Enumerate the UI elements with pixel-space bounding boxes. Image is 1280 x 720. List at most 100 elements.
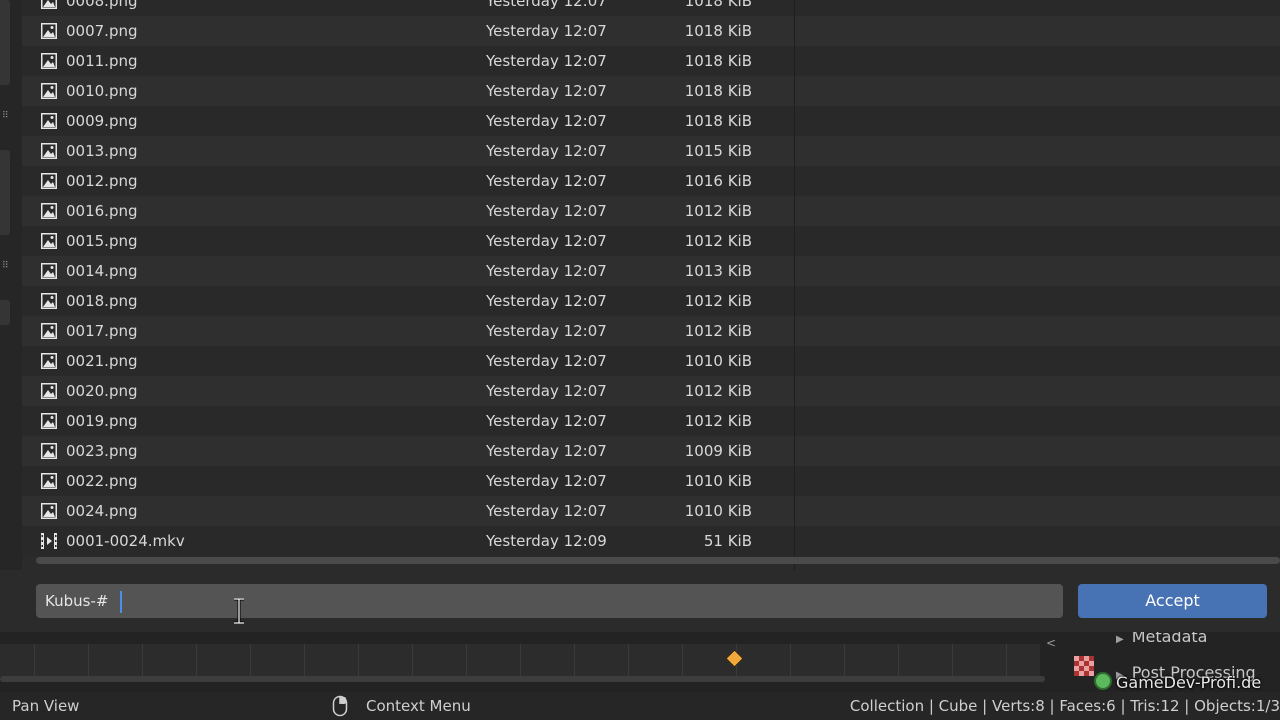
file-date: Yesterday 12:07	[486, 142, 607, 160]
file-row[interactable]: 0019.png Yesterday 12:07 1012 KiB	[22, 406, 1280, 436]
file-date: Yesterday 12:07	[486, 322, 607, 340]
file-date: Yesterday 12:07	[486, 52, 607, 70]
file-date: Yesterday 12:07	[486, 0, 607, 10]
file-name: 0009.png	[66, 112, 138, 130]
file-row[interactable]: 0011.png Yesterday 12:07 1018 KiB	[22, 46, 1280, 76]
file-size: 1012 KiB	[684, 292, 752, 310]
metadata-label: Metadata	[1131, 632, 1208, 646]
file-row-cells: 0023.png Yesterday 12:07 1009 KiB	[22, 436, 794, 466]
image-file-icon	[41, 23, 57, 39]
file-row-cells: 0024.png Yesterday 12:07 1010 KiB	[22, 496, 794, 526]
file-row[interactable]: 0018.png Yesterday 12:07 1012 KiB	[22, 286, 1280, 316]
file-size: 51 KiB	[703, 532, 752, 550]
file-row-cells: 0022.png Yesterday 12:07 1010 KiB	[22, 466, 794, 496]
file-name: 0012.png	[66, 172, 138, 190]
horizontal-scrollbar[interactable]	[36, 557, 1280, 564]
image-file-icon	[41, 263, 57, 279]
status-scene-stats: Collection | Cube | Verts:8 | Faces:6 | …	[849, 697, 1280, 715]
chevron-left-icon[interactable]: <	[1046, 636, 1056, 650]
grip-icon[interactable]: ⠿	[2, 112, 9, 121]
file-date: Yesterday 12:07	[486, 292, 607, 310]
timeline-tick	[628, 644, 629, 677]
file-name: 0008.png	[66, 0, 138, 10]
file-size: 1018 KiB	[684, 52, 752, 70]
timeline-editor[interactable]: < ▶ Metadata ▶ Post Processing	[0, 632, 1280, 692]
file-date: Yesterday 12:07	[486, 412, 607, 430]
file-date: Yesterday 12:09	[486, 532, 607, 550]
image-file-icon	[41, 173, 57, 189]
file-date: Yesterday 12:07	[486, 382, 607, 400]
image-file-icon	[41, 0, 57, 9]
region-tab[interactable]	[0, 150, 10, 235]
accept-button[interactable]: Accept	[1078, 584, 1267, 618]
file-row-cells: 0017.png Yesterday 12:07 1012 KiB	[22, 316, 794, 346]
file-row-cells: 0016.png Yesterday 12:07 1012 KiB	[22, 196, 794, 226]
file-row-cells: 0011.png Yesterday 12:07 1018 KiB	[22, 46, 794, 76]
filename-input[interactable]: Kubus-#	[36, 584, 1063, 624]
file-row[interactable]: 0013.png Yesterday 12:07 1015 KiB	[22, 136, 1280, 166]
filename-input-value: Kubus-#	[45, 592, 109, 610]
file-row[interactable]: 0012.png Yesterday 12:07 1016 KiB	[22, 166, 1280, 196]
image-file-icon	[41, 53, 57, 69]
file-row[interactable]: 0007.png Yesterday 12:07 1018 KiB	[22, 16, 1280, 46]
image-file-icon	[41, 413, 57, 429]
file-row[interactable]: 0008.png Yesterday 12:07 1018 KiB	[22, 0, 1280, 16]
file-row[interactable]: 0024.png Yesterday 12:07 1010 KiB	[22, 496, 1280, 526]
file-name: 0010.png	[66, 82, 138, 100]
file-row[interactable]: 0022.png Yesterday 12:07 1010 KiB	[22, 466, 1280, 496]
file-row[interactable]: 0010.png Yesterday 12:07 1018 KiB	[22, 76, 1280, 106]
image-file-icon	[41, 203, 57, 219]
file-row-cells: 0018.png Yesterday 12:07 1012 KiB	[22, 286, 794, 316]
timeline-tick	[1006, 644, 1007, 677]
file-list[interactable]: 0008.png Yesterday 12:07 1018 KiB 0007.png Y…	[22, 0, 1280, 570]
file-row[interactable]: 0023.png Yesterday 12:07 1009 KiB	[22, 436, 1280, 466]
file-size: 1010 KiB	[684, 352, 752, 370]
image-file-icon	[41, 83, 57, 99]
file-row-cells: 0015.png Yesterday 12:07 1012 KiB	[22, 226, 794, 256]
mouse-icon	[332, 695, 348, 717]
file-row[interactable]: 0016.png Yesterday 12:07 1012 KiB	[22, 196, 1280, 226]
file-name: 0011.png	[66, 52, 138, 70]
image-file-icon	[41, 323, 57, 339]
image-file-icon	[41, 503, 57, 519]
file-row[interactable]: 0017.png Yesterday 12:07 1012 KiB	[22, 316, 1280, 346]
film-icon	[41, 533, 57, 549]
file-row-cells: 0001-0024.mkv Yesterday 12:09 51 KiB	[22, 526, 794, 556]
file-row-cells: 0009.png Yesterday 12:07 1018 KiB	[22, 106, 794, 136]
file-date: Yesterday 12:07	[486, 172, 607, 190]
status-bar: Pan View Context Menu Collection | Cube …	[0, 692, 1280, 720]
region-tab[interactable]	[0, 300, 10, 325]
region-tab[interactable]	[0, 0, 10, 85]
file-row[interactable]: 0021.png Yesterday 12:07 1010 KiB	[22, 346, 1280, 376]
image-file-icon	[41, 113, 57, 129]
file-date: Yesterday 12:07	[486, 262, 607, 280]
file-row[interactable]: 0015.png Yesterday 12:07 1012 KiB	[22, 226, 1280, 256]
file-size: 1018 KiB	[684, 0, 752, 10]
file-name: 0014.png	[66, 262, 138, 280]
timeline-tick	[412, 644, 413, 677]
timeline-scrollbar[interactable]	[0, 676, 1045, 682]
file-date: Yesterday 12:07	[486, 22, 607, 40]
grip-icon[interactable]: ⠿	[2, 262, 9, 271]
metadata-panel-header[interactable]: ▶ Metadata	[1116, 632, 1207, 646]
watermark: GameDev-Profi.de	[1094, 672, 1261, 692]
file-name: 0015.png	[66, 232, 138, 250]
timeline-tick	[34, 644, 35, 677]
file-row[interactable]: 0001-0024.mkv Yesterday 12:09 51 KiB	[22, 526, 1280, 556]
file-row-cells: 0012.png Yesterday 12:07 1016 KiB	[22, 166, 794, 196]
file-date: Yesterday 12:07	[486, 472, 607, 490]
file-row[interactable]: 0014.png Yesterday 12:07 1013 KiB	[22, 256, 1280, 286]
file-name: 0024.png	[66, 502, 138, 520]
file-size: 1012 KiB	[684, 232, 752, 250]
file-name: 0017.png	[66, 322, 138, 340]
file-size: 1010 KiB	[684, 502, 752, 520]
file-row[interactable]: 0009.png Yesterday 12:07 1018 KiB	[22, 106, 1280, 136]
watermark-text: GameDev-Profi.de	[1116, 673, 1262, 692]
image-file-icon	[41, 383, 57, 399]
file-row[interactable]: 0020.png Yesterday 12:07 1012 KiB	[22, 376, 1280, 406]
watermark-logo-icon	[1094, 672, 1112, 690]
timeline-tick	[466, 644, 467, 677]
file-size: 1012 KiB	[684, 202, 752, 220]
text-caret	[120, 591, 122, 613]
file-name: 0020.png	[66, 382, 138, 400]
